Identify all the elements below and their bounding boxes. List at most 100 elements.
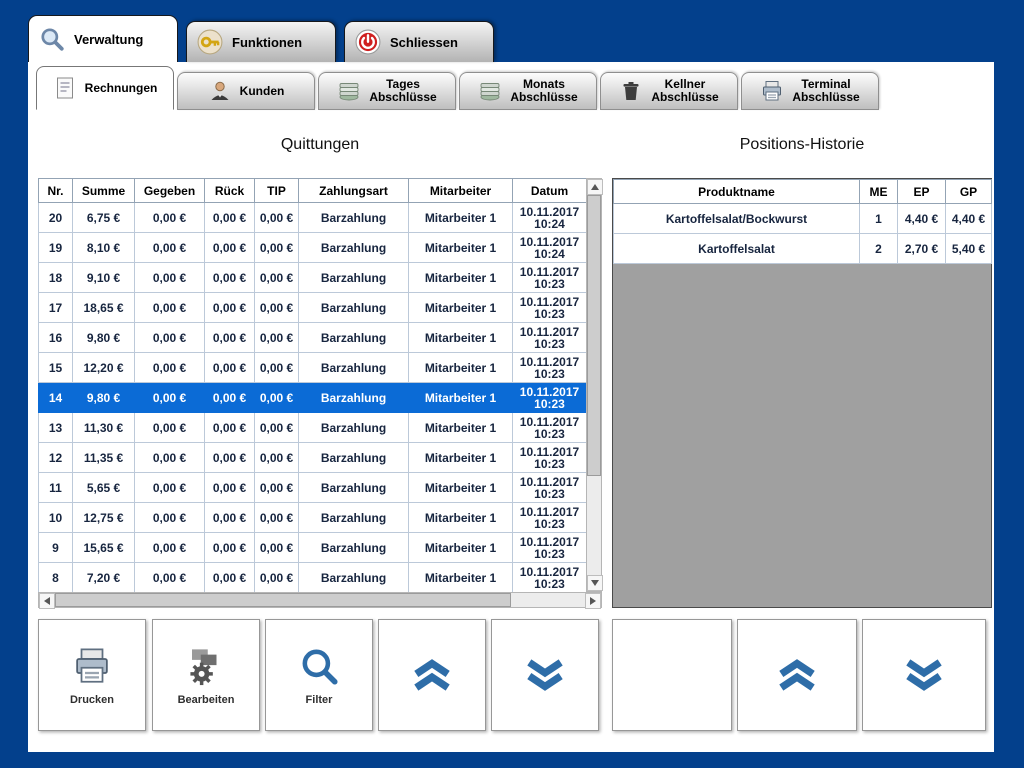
positions-table[interactable]: ProduktnameMEEPGP Kartoffelsalat/Bockwur…: [613, 179, 992, 264]
cell-datum: 10.11.201710:23: [513, 473, 587, 503]
cell: 11: [39, 473, 73, 503]
scroll-left-arrow-icon[interactable]: [39, 593, 55, 609]
vertical-scrollbar-thumb[interactable]: [587, 195, 601, 476]
position-row[interactable]: Kartoffelsalat22,70 €5,40 €: [614, 234, 992, 264]
sub-tab-tages-abschluesse[interactable]: TagesAbschlüsse: [318, 72, 456, 110]
cell-datum: 10.11.201710:23: [513, 323, 587, 353]
column-header: Datum: [513, 179, 587, 203]
cell: Barzahlung: [299, 353, 409, 383]
cell: 0,00 €: [255, 473, 299, 503]
cell: 0,00 €: [205, 323, 255, 353]
receipt-row[interactable]: 206,75 €0,00 €0,00 €0,00 €BarzahlungMita…: [39, 203, 587, 233]
top-tab-verwaltung[interactable]: Verwaltung: [28, 15, 178, 62]
cell: Mitarbeiter 1: [409, 263, 513, 293]
cell: 17: [39, 293, 73, 323]
sub-tab-label: TerminalAbschlüsse: [792, 78, 859, 104]
horizontal-scrollbar-thumb[interactable]: [55, 593, 511, 607]
printer-icon: [760, 79, 784, 103]
chevron-double-up-icon: [409, 654, 455, 696]
receipt-row[interactable]: 1512,20 €0,00 €0,00 €0,00 €BarzahlungMit…: [39, 353, 587, 383]
receipts-vertical-scrollbar[interactable]: [586, 178, 602, 592]
receipt-row[interactable]: 149,80 €0,00 €0,00 €0,00 €BarzahlungMita…: [39, 383, 587, 413]
cell: 0,00 €: [255, 413, 299, 443]
column-header: ME: [860, 180, 898, 204]
receipts-page-up-button[interactable]: [378, 619, 486, 731]
sub-tab-label: KellnerAbschlüsse: [651, 78, 718, 104]
power-icon: [355, 29, 381, 55]
receipts-horizontal-scrollbar[interactable]: [38, 592, 602, 608]
sub-tab-rechnungen[interactable]: Rechnungen: [36, 66, 174, 110]
column-header: Summe: [73, 179, 135, 203]
receipt-row[interactable]: 1718,65 €0,00 €0,00 €0,00 €BarzahlungMit…: [39, 293, 587, 323]
receipts-table[interactable]: Nr.SummeGegebenRückTIPZahlungsartMitarbe…: [38, 178, 587, 593]
cell: 0,00 €: [255, 383, 299, 413]
cell: Mitarbeiter 1: [409, 323, 513, 353]
cell: 2: [860, 234, 898, 264]
top-tab-funktionen[interactable]: Funktionen: [186, 21, 336, 62]
cell: 2,70 €: [898, 234, 946, 264]
cell: Barzahlung: [299, 203, 409, 233]
sub-tab-monats-abschluesse[interactable]: MonatsAbschlüsse: [459, 72, 597, 110]
sub-tab-kellner-abschluesse[interactable]: KellnerAbschlüsse: [600, 72, 738, 110]
cell: Barzahlung: [299, 233, 409, 263]
scroll-down-arrow-icon[interactable]: [587, 575, 603, 591]
cell: Mitarbeiter 1: [409, 353, 513, 383]
cell: 12,20 €: [73, 353, 135, 383]
cell: 4,40 €: [898, 204, 946, 234]
cell: 0,00 €: [135, 563, 205, 593]
column-header: Nr.: [39, 179, 73, 203]
main-tab-bar: VerwaltungFunktionen Schliessen: [28, 16, 494, 62]
cell: Kartoffelsalat/Bockwurst: [614, 204, 860, 234]
horizontal-scrollbar-track[interactable]: [55, 593, 585, 607]
position-row[interactable]: Kartoffelsalat/Bockwurst14,40 €4,40 €: [614, 204, 992, 234]
cell: 13: [39, 413, 73, 443]
top-tab-schliessen[interactable]: Schliessen: [344, 21, 494, 62]
receipts-page-down-button[interactable]: [491, 619, 599, 731]
scroll-right-arrow-icon[interactable]: [585, 593, 601, 609]
top-tab-label: Schliessen: [390, 35, 458, 50]
printer-icon: [69, 645, 115, 687]
vertical-scrollbar-track[interactable]: [587, 195, 601, 575]
cell: 9,80 €: [73, 383, 135, 413]
cell: 1: [860, 204, 898, 234]
cell: 0,00 €: [135, 413, 205, 443]
positions-page-down-button[interactable]: [862, 619, 986, 731]
cell: Barzahlung: [299, 563, 409, 593]
sub-tab-terminal-abschluesse[interactable]: TerminalAbschlüsse: [741, 72, 879, 110]
scroll-up-arrow-icon[interactable]: [587, 179, 603, 195]
cell: Barzahlung: [299, 263, 409, 293]
receipt-row[interactable]: 115,65 €0,00 €0,00 €0,00 €BarzahlungMita…: [39, 473, 587, 503]
cell: 0,00 €: [255, 233, 299, 263]
column-header: GP: [946, 180, 992, 204]
positions-page-up-button[interactable]: [737, 619, 857, 731]
cell: Mitarbeiter 1: [409, 473, 513, 503]
bearbeiten-button[interactable]: Bearbeiten: [152, 619, 260, 731]
column-header: Mitarbeiter: [409, 179, 513, 203]
cell: 0,00 €: [135, 203, 205, 233]
cell: Barzahlung: [299, 443, 409, 473]
receipt-row[interactable]: 198,10 €0,00 €0,00 €0,00 €BarzahlungMita…: [39, 233, 587, 263]
drucken-button[interactable]: Drucken: [38, 619, 146, 731]
cell: 11,30 €: [73, 413, 135, 443]
receipt-row[interactable]: 1311,30 €0,00 €0,00 €0,00 €BarzahlungMit…: [39, 413, 587, 443]
cell: 15,65 €: [73, 533, 135, 563]
receipt-row[interactable]: 1012,75 €0,00 €0,00 €0,00 €BarzahlungMit…: [39, 503, 587, 533]
receipt-row[interactable]: 169,80 €0,00 €0,00 €0,00 €BarzahlungMita…: [39, 323, 587, 353]
filter-button[interactable]: Filter: [265, 619, 373, 731]
cell-datum: 10.11.201710:23: [513, 263, 587, 293]
cell: 0,00 €: [255, 323, 299, 353]
receipt-row[interactable]: 915,65 €0,00 €0,00 €0,00 €BarzahlungMita…: [39, 533, 587, 563]
cell: 10: [39, 503, 73, 533]
cell: 0,00 €: [205, 563, 255, 593]
receipt-row[interactable]: 1211,35 €0,00 €0,00 €0,00 €BarzahlungMit…: [39, 443, 587, 473]
cell: 12: [39, 443, 73, 473]
positions-header-row: ProduktnameMEEPGP: [614, 180, 992, 204]
cell: 0,00 €: [205, 203, 255, 233]
cell: 16: [39, 323, 73, 353]
cell: 0,00 €: [255, 503, 299, 533]
positions-blank-button[interactable]: [612, 619, 732, 731]
receipt-row[interactable]: 87,20 €0,00 €0,00 €0,00 €BarzahlungMitar…: [39, 563, 587, 593]
receipt-row[interactable]: 189,10 €0,00 €0,00 €0,00 €BarzahlungMita…: [39, 263, 587, 293]
cell: 18: [39, 263, 73, 293]
sub-tab-kunden[interactable]: Kunden: [177, 72, 315, 110]
